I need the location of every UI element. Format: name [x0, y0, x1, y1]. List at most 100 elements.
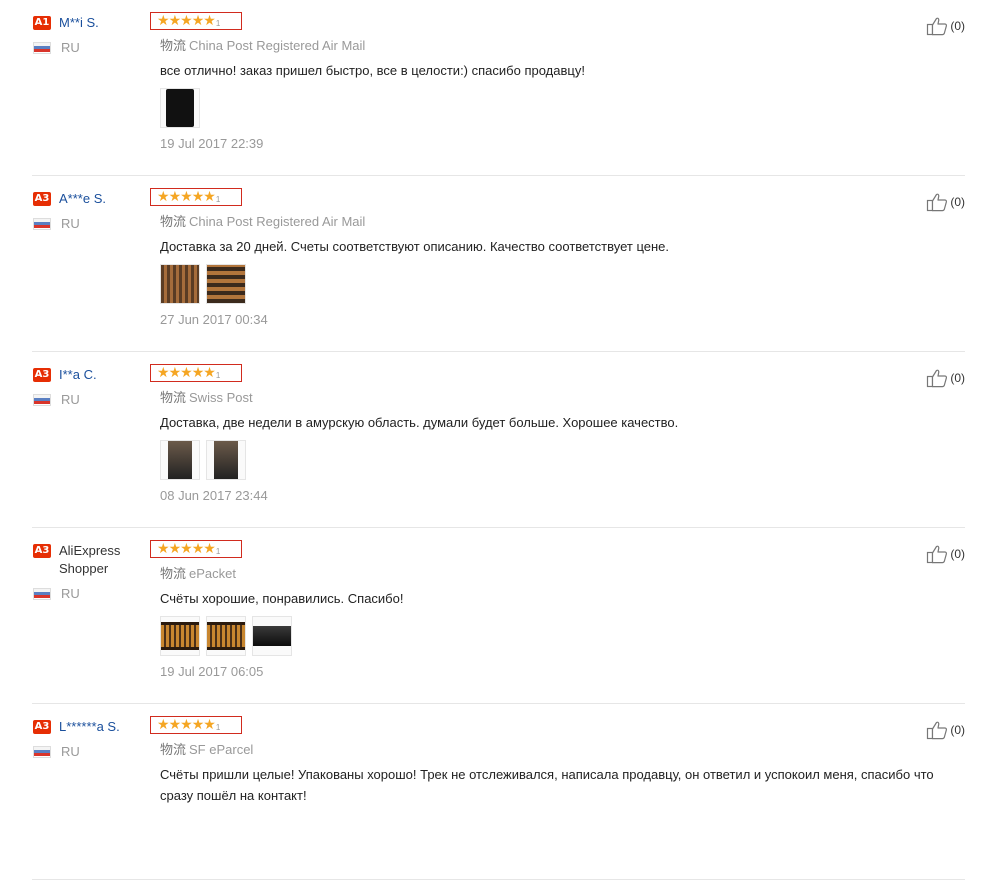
star-icon: ★	[191, 13, 205, 29]
logistics-info: 物流 Swiss Post	[160, 387, 253, 406]
review-photo-thumbnail[interactable]	[160, 616, 200, 656]
review-date: 19 Jul 2017 06:05	[160, 664, 264, 679]
logistics-info: 物流 ePacket	[160, 563, 236, 582]
review-text: Счёты хорошие, понравились. Спасибо!	[160, 591, 404, 606]
reviewer-name[interactable]: I**a C.	[59, 366, 97, 384]
photo-image	[161, 622, 199, 650]
buyer-level-badge: A1	[33, 16, 51, 30]
logistics-method: Swiss Post	[189, 390, 253, 405]
review-photo-thumbnail[interactable]	[206, 616, 246, 656]
star-rating: ★ ★ ★ ★ ★ 1	[150, 540, 242, 558]
review-photos	[160, 616, 298, 656]
star-icon: ★	[203, 541, 216, 557]
rating-tail: 1	[215, 723, 221, 732]
logistics-label: 物流	[160, 567, 187, 582]
star-rating: ★ ★ ★ ★ ★ 1	[150, 12, 242, 30]
logistics-method: ePacket	[189, 566, 236, 581]
star-icon: ★	[157, 717, 170, 733]
thumbs-up-icon[interactable]	[926, 368, 948, 388]
logistics-label: 物流	[160, 743, 187, 758]
helpful-count: (0)	[950, 723, 965, 737]
russia-flag-icon	[33, 587, 51, 600]
helpful-count: (0)	[950, 19, 965, 33]
rating-tail: 1	[215, 371, 221, 380]
reviewer-name[interactable]: AliExpress Shopper	[59, 542, 148, 578]
logistics-method: China Post Registered Air Mail	[189, 38, 366, 53]
helpful-vote[interactable]: (0)	[926, 16, 965, 36]
country-code: RU	[61, 392, 80, 407]
star-icon: ★	[191, 717, 205, 733]
review-photos	[160, 264, 252, 304]
reviewer-name[interactable]: A***e S.	[59, 190, 106, 208]
review-photo-thumbnail[interactable]	[160, 264, 200, 304]
logistics-label: 物流	[160, 391, 187, 406]
reviewer-name[interactable]: M**i S.	[59, 14, 99, 32]
logistics-label: 物流	[160, 39, 187, 54]
russia-flag-icon	[33, 217, 51, 230]
star-icon: ★	[157, 13, 170, 29]
review-photo-thumbnail[interactable]	[160, 88, 200, 128]
review-item: A3 A***e S. RU ★ ★ ★ ★ ★ 1 物流 China Post Regis…	[0, 176, 1000, 352]
review-text: Доставка, две недели в амурскую область.…	[160, 415, 679, 430]
helpful-vote[interactable]: (0)	[926, 544, 965, 564]
thumbs-up-icon[interactable]	[926, 720, 948, 740]
logistics-info: 物流 China Post Registered Air Mail	[160, 211, 365, 230]
review-photo-thumbnail[interactable]	[206, 440, 246, 480]
reviewer-country: RU	[33, 744, 148, 759]
star-icon: ★	[203, 365, 216, 381]
reviewer-name[interactable]: L******a S.	[59, 718, 120, 736]
helpful-vote[interactable]: (0)	[926, 192, 965, 212]
logistics-method: China Post Registered Air Mail	[189, 214, 366, 229]
helpful-count: (0)	[950, 547, 965, 561]
rating-tail: 1	[215, 19, 221, 28]
review-photo-thumbnail[interactable]	[252, 616, 292, 656]
review-date: 27 Jun 2017 00:34	[160, 312, 268, 327]
photo-image	[166, 89, 194, 127]
reviewer-country: RU	[33, 586, 148, 601]
helpful-vote[interactable]: (0)	[926, 368, 965, 388]
photo-image	[207, 265, 245, 303]
reviewer-info: A3 AliExpress Shopper RU	[33, 542, 148, 601]
review-text: все отлично! заказ пришел быстро, все в …	[160, 63, 585, 78]
rating-tail: 1	[215, 195, 221, 204]
star-icon: ★	[191, 541, 205, 557]
thumbs-up-icon[interactable]	[926, 544, 948, 564]
review-item: A1 M**i S. RU ★ ★ ★ ★ ★ 1 物流 China Post Regist…	[0, 0, 1000, 176]
star-icon: ★	[168, 13, 182, 29]
star-icon: ★	[157, 189, 170, 205]
rating-tail: 1	[215, 547, 221, 556]
star-icon: ★	[168, 541, 182, 557]
star-icon: ★	[168, 189, 182, 205]
photo-image	[161, 265, 199, 303]
star-icon: ★	[203, 189, 216, 205]
star-icon: ★	[180, 365, 193, 381]
reviewer-info: A3 A***e S. RU	[33, 190, 148, 231]
review-photos	[160, 88, 206, 128]
star-icon: ★	[191, 365, 205, 381]
review-item: A3 AliExpress Shopper RU ★ ★ ★ ★ ★ 1 物流 ePacke…	[0, 528, 1000, 704]
star-icon: ★	[180, 13, 193, 29]
review-date: 08 Jun 2017 23:44	[160, 488, 268, 503]
reviewer-info: A3 I**a C. RU	[33, 366, 148, 407]
helpful-count: (0)	[950, 195, 965, 209]
reviewer-country: RU	[33, 40, 148, 55]
star-icon: ★	[180, 717, 193, 733]
review-photo-thumbnail[interactable]	[160, 440, 200, 480]
star-icon: ★	[157, 365, 170, 381]
russia-flag-icon	[33, 393, 51, 406]
photo-image	[168, 441, 192, 479]
review-text: Доставка за 20 дней. Счеты соответствуют…	[160, 239, 669, 254]
thumbs-up-icon[interactable]	[926, 192, 948, 212]
review-photos	[160, 440, 252, 480]
star-icon: ★	[168, 717, 182, 733]
review-photo-thumbnail[interactable]	[206, 264, 246, 304]
star-icon: ★	[168, 365, 182, 381]
helpful-vote[interactable]: (0)	[926, 720, 965, 740]
star-icon: ★	[203, 13, 216, 29]
photo-image	[214, 441, 238, 479]
star-icon: ★	[180, 189, 193, 205]
buyer-level-badge: A3	[33, 720, 51, 734]
buyer-level-badge: A3	[33, 544, 51, 558]
logistics-info: 物流 SF eParcel	[160, 739, 253, 758]
thumbs-up-icon[interactable]	[926, 16, 948, 36]
